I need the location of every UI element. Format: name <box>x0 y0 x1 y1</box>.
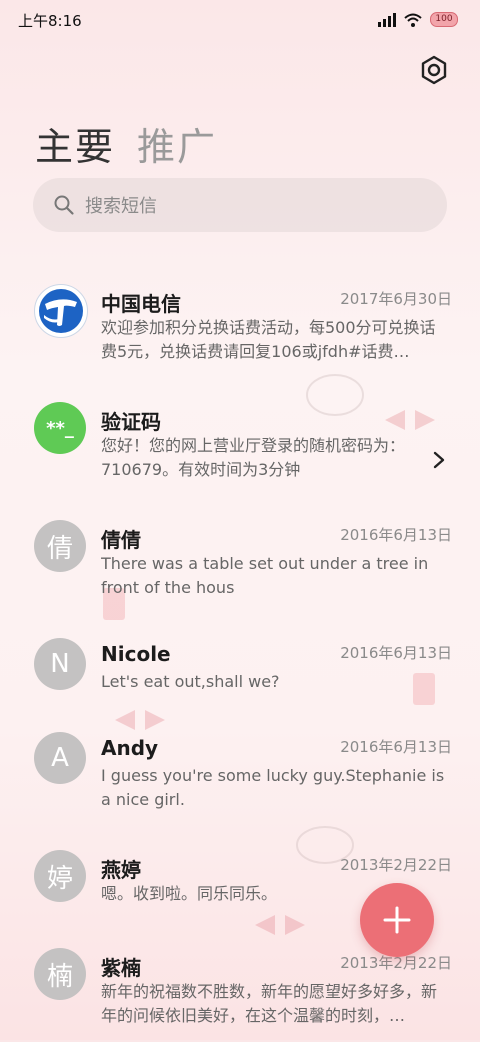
message-preview: 新年的祝福数不胜数，新年的愿望好多好多，新年的问候依旧美好，在这个温馨的时刻，… <box>101 982 438 1025</box>
message-preview: 欢迎参加积分兑换话费活动，每500分可兑换话费5元，兑换话费请回复106或jfd… <box>101 318 436 361</box>
wifi-icon <box>404 13 422 27</box>
settings-icon <box>421 55 447 85</box>
message-item-andy[interactable]: A Andy 2016年6月13日 I guess you're some lu… <box>0 716 480 826</box>
message-date: 2016年6月13日 <box>340 644 452 662</box>
message-preview: 您好！您的网上营业厅登录的随机密码为：710679。有效时间为3分钟 <box>101 436 406 479</box>
avatar: 楠 <box>34 948 86 1000</box>
avatar <box>34 284 88 338</box>
message-item-qianqian[interactable]: 倩 倩倩 2016年6月13日 There was a table set ou… <box>0 504 480 614</box>
contact-name: 验证码 <box>101 410 161 434</box>
contact-name: Andy <box>101 736 159 760</box>
china-telecom-logo-icon <box>39 289 83 333</box>
chevron-right-icon[interactable] <box>432 450 446 470</box>
search-icon <box>54 195 74 215</box>
new-message-button[interactable] <box>360 883 434 957</box>
contact-name: 燕婷 <box>101 858 141 882</box>
message-preview: There was a table set out under a tree i… <box>101 554 429 597</box>
plus-icon <box>383 906 411 934</box>
avatar: 婷 <box>34 850 86 902</box>
avatar: N <box>34 638 86 690</box>
tab-bar: 主要 推广 <box>35 116 217 171</box>
message-date: 2016年6月13日 <box>340 738 452 756</box>
message-preview: I guess you're some lucky guy.Stephanie … <box>101 766 445 809</box>
search-bar[interactable]: 搜索短信 <box>33 178 447 232</box>
message-item-verification-code[interactable]: **_ 验证码 您好！您的网上营业厅登录的随机密码为：710679。有效时间为3… <box>0 386 480 496</box>
status-bar: 上午8:16 100 <box>0 0 480 40</box>
status-time: 上午8:16 <box>18 12 82 30</box>
message-item-telecom[interactable]: 中国电信 2017年6月30日 欢迎参加积分兑换话费活动，每500分可兑换话费5… <box>0 268 480 378</box>
contact-name: Nicole <box>101 642 171 666</box>
message-date: 2013年2月22日 <box>340 856 452 874</box>
contact-name: 紫楠 <box>101 956 141 980</box>
signal-icon <box>378 12 396 27</box>
tab-main[interactable]: 主要 <box>35 116 115 171</box>
avatar: **_ <box>34 402 86 454</box>
contact-name: 中国电信 <box>101 292 181 316</box>
message-preview: Let's eat out,shall we? <box>101 672 280 691</box>
settings-button[interactable] <box>418 54 450 86</box>
message-date: 2017年6月30日 <box>340 290 452 308</box>
status-icons: 100 <box>378 12 458 27</box>
message-date: 2016年6月13日 <box>340 526 452 544</box>
avatar: 倩 <box>34 520 86 572</box>
tab-promo[interactable]: 推广 <box>137 116 217 171</box>
search-placeholder: 搜索短信 <box>85 196 157 217</box>
avatar: A <box>34 732 86 784</box>
contact-name: 倩倩 <box>101 528 141 552</box>
battery-icon: 100 <box>430 12 458 27</box>
